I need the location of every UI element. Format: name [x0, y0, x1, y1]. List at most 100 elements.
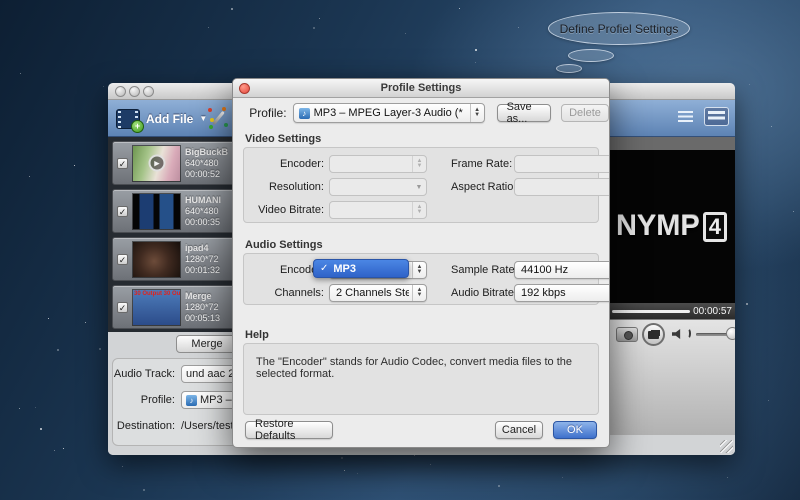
sample-rate-label: Sample Rate:: [451, 264, 509, 276]
profile-label: Profile:: [233, 106, 287, 120]
video-settings-group: Encoder: ▲▼ Frame Rate: ▲▼ Resolution: ▼…: [243, 147, 599, 223]
chevron-down-icon: ▼: [412, 179, 426, 195]
mp3-note-icon: ♪: [299, 108, 310, 119]
volume-slider-knob[interactable]: [726, 327, 735, 340]
file-name: BigBuckB: [185, 147, 228, 158]
detail-view-icon: [708, 111, 725, 122]
file-list: ✓ ▶ BigBuckB 640*480 00:00:52 ✓ HUMANI 6…: [108, 137, 248, 332]
file-row-3[interactable]: ✓ ipad4 1280*72 00:01:32: [112, 237, 246, 281]
checkbox-checked-icon[interactable]: ✓: [117, 302, 128, 313]
snapshot-camera-icon[interactable]: [616, 327, 638, 342]
profile-dropdown[interactable]: ♪ MP3 – MPEG Layer-3 Audio (*.mp3) ▲▼: [293, 103, 485, 123]
magic-wand-icon: [212, 111, 225, 125]
check-icon: ✓: [320, 263, 328, 274]
file-name: Merge: [185, 291, 220, 302]
destination-value: /Users/test/: [181, 420, 237, 432]
thought-bubble-tail-1: [568, 49, 614, 62]
profile-dropdown-value: MP3 – MPEG Layer-3 Audio (*.mp3): [314, 107, 463, 119]
channels-select[interactable]: 2 Channels Stereo ▲▼: [329, 284, 427, 302]
open-folder-icon[interactable]: [642, 323, 665, 346]
thought-bubble: Define Profiel Settings: [548, 12, 690, 45]
stepper-icon: ▲▼: [412, 262, 426, 278]
file-duration: 00:01:32: [185, 265, 220, 276]
help-heading: Help: [245, 329, 269, 341]
frame-rate-select[interactable]: ▲▼: [514, 155, 610, 173]
file-name: HUMANI: [185, 195, 221, 206]
channels-label: Channels:: [250, 287, 324, 299]
thought-bubble-text: Define Profiel Settings: [560, 22, 679, 36]
chevron-down-icon: ▼: [609, 179, 610, 195]
preview-screen: NYMP 4: [608, 150, 735, 303]
checkbox-checked-icon[interactable]: ✓: [117, 158, 128, 169]
audio-bitrate-label: Audio Bitrate:: [451, 287, 509, 299]
video-thumbnail: 30 Output 30 Output: [133, 290, 180, 325]
seek-bar[interactable]: 00:00:57: [608, 303, 735, 319]
seek-progress[interactable]: [612, 310, 690, 313]
add-file-button[interactable]: Add File ▼: [116, 105, 207, 132]
encoder-label: Encoder:: [250, 158, 324, 170]
resize-grip-icon[interactable]: [720, 440, 733, 453]
cancel-button[interactable]: Cancel: [495, 421, 543, 439]
ok-button[interactable]: OK: [553, 421, 597, 439]
stepper-icon: ▲▼: [412, 156, 426, 172]
stepper-icon: ▲▼: [609, 285, 610, 301]
stepper-icon: ▲▼: [470, 104, 484, 122]
file-duration: 00:00:35: [185, 217, 221, 228]
delete-button[interactable]: Delete: [561, 104, 609, 122]
close-icon[interactable]: [239, 83, 250, 94]
restore-defaults-button[interactable]: Restore Defaults: [245, 421, 333, 439]
playback-controls: [608, 319, 735, 435]
video-settings-heading: Video Settings: [245, 133, 321, 145]
stepper-icon: ▲▼: [412, 202, 426, 218]
file-resolution: 1280*72: [185, 254, 220, 265]
help-group: The "Encoder" stands for Audio Codec, co…: [243, 343, 599, 415]
dialog-title: Profile Settings: [381, 82, 462, 94]
aspect-ratio-combo[interactable]: ▼: [514, 178, 610, 196]
file-resolution: 640*480: [185, 206, 221, 217]
profile-settings-dialog: Profile Settings Profile: ♪ MP3 – MPEG L…: [232, 78, 610, 448]
zoom-icon[interactable]: [143, 86, 154, 97]
play-icon[interactable]: ▶: [148, 155, 165, 172]
preview-pane: NYMP 4 00:00:57: [608, 137, 735, 435]
minimize-icon[interactable]: [129, 86, 140, 97]
stepper-icon: ▲▼: [609, 262, 610, 278]
file-row-4[interactable]: ✓ 30 Output 30 Output Merge 1280*72 00:0…: [112, 285, 246, 329]
merge-button[interactable]: Merge: [176, 335, 238, 353]
audio-settings-group: Encoder: ▲▼ Sample Rate: 44100 Hz ▲▼ Cha…: [243, 253, 599, 305]
thumbnail-overlay-text: 30 Output 30 Output: [134, 291, 180, 297]
anymp4-logo-badge: 4: [703, 212, 727, 242]
list-view-icon: [678, 111, 693, 122]
video-thumbnail: [133, 194, 180, 229]
file-row-2[interactable]: ✓ HUMANI 640*480 00:00:35: [112, 189, 246, 233]
speaker-icon[interactable]: [672, 329, 684, 339]
file-row-1[interactable]: ✓ ▶ BigBuckB 640*480 00:00:52: [112, 141, 246, 185]
sample-rate-select[interactable]: 44100 Hz ▲▼: [514, 261, 610, 279]
audio-bitrate-select[interactable]: 192 kbps ▲▼: [514, 284, 610, 302]
save-as-button[interactable]: Save as...: [497, 104, 551, 122]
dialog-titlebar[interactable]: Profile Settings: [233, 79, 609, 98]
video-thumbnail: [133, 242, 180, 277]
video-encoder-select[interactable]: ▲▼: [329, 155, 427, 173]
stepper-icon: ▲▼: [609, 156, 610, 172]
playback-time: 00:00:57: [693, 306, 732, 317]
file-duration: 00:00:52: [185, 169, 228, 180]
detail-view-button[interactable]: [704, 107, 729, 126]
close-icon[interactable]: [115, 86, 126, 97]
anymp4-logo: NYMP: [616, 210, 700, 243]
frame-rate-label: Frame Rate:: [451, 158, 509, 170]
checkbox-checked-icon[interactable]: ✓: [117, 254, 128, 265]
video-bitrate-select[interactable]: ▲▼: [329, 201, 427, 219]
audio-track-label: Audio Track:: [113, 368, 175, 380]
speaker-wave-icon: [685, 328, 691, 339]
stepper-icon: ▲▼: [412, 285, 426, 301]
magic-wand-button[interactable]: [206, 106, 230, 130]
encoder-popup-value: MP3: [333, 263, 356, 275]
add-file-label: Add File: [146, 112, 193, 126]
resolution-combo[interactable]: ▼: [329, 178, 427, 196]
aspect-ratio-label: Aspect Ratio:: [451, 181, 509, 193]
encoder-popup-menu-item[interactable]: ✓ MP3: [313, 259, 409, 278]
checkbox-checked-icon[interactable]: ✓: [117, 206, 128, 217]
help-text: The "Encoder" stands for Audio Codec, co…: [256, 356, 588, 380]
list-view-button[interactable]: [673, 107, 698, 126]
add-file-icon: [116, 109, 140, 129]
